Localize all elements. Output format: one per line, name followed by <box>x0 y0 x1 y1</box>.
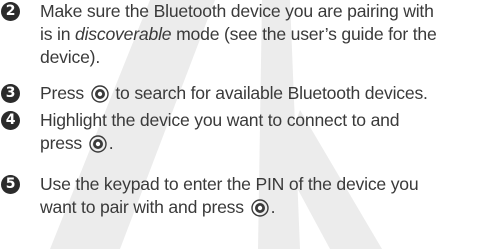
discoverable-term: discoverable <box>74 24 172 44</box>
step-number-badge: 3 <box>1 84 20 103</box>
step-4-text-end: . <box>108 133 114 153</box>
step-4-text: press <box>40 133 87 153</box>
step-5-line-1: Use the keypad to enter the PIN of the d… <box>40 174 419 194</box>
step-3-text: Press <box>40 83 89 103</box>
step-number-badge: 4 <box>1 111 20 130</box>
step-2-text: is in <box>40 24 75 44</box>
center-select-key-icon <box>250 199 269 217</box>
step-2-line-2: is in discoverable mode (see the user’s … <box>40 23 482 46</box>
step-3-line-1: Press to search for available Bluetooth … <box>40 82 482 105</box>
step-5: 5 Use the keypad to enter the PIN of the… <box>0 173 482 219</box>
step-3: 3 Press to search for available Bluetoot… <box>0 82 482 105</box>
step-5-text: want to pair with and press <box>40 197 249 217</box>
center-select-key-icon <box>90 85 109 103</box>
step-4-line-2: press . <box>40 132 482 155</box>
step-4-line-1: Highlight the device you want to connect… <box>40 110 400 130</box>
step-2-text-end: mode (see the user’s guide for the <box>171 24 437 44</box>
step-5-line-2: want to pair with and press . <box>40 196 482 219</box>
step-number-badge: 2 <box>1 2 20 21</box>
center-select-key-icon <box>89 135 107 153</box>
step-2: 2 Make sure the Bluetooth device you are… <box>0 0 482 69</box>
step-4: 4 Highlight the device you want to conne… <box>0 109 482 155</box>
step-2-line-3: device). <box>40 47 101 67</box>
step-2-line-1: Make sure the Bluetooth device you are p… <box>40 1 434 21</box>
step-number-badge: 5 <box>1 175 20 194</box>
step-5-text-end: . <box>270 197 276 217</box>
step-3-text-end: to search for available Bluetooth device… <box>110 83 428 103</box>
